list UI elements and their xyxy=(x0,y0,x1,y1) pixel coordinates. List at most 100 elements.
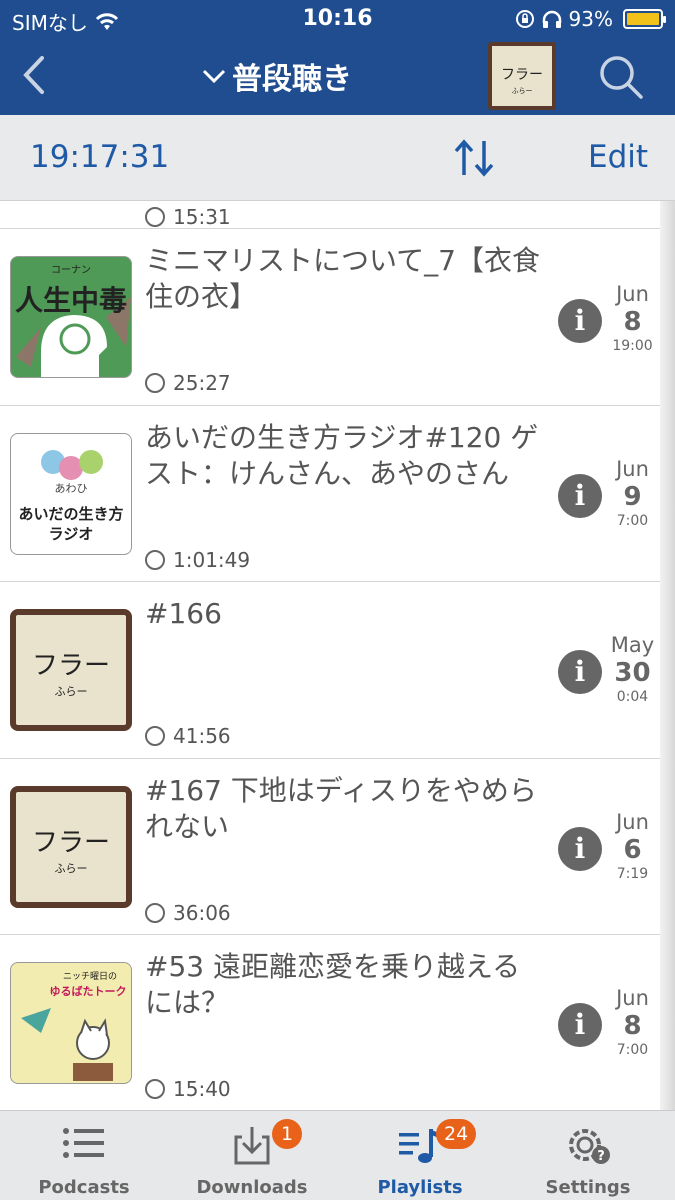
episode-artwork: あわひ あいだの生き方ラジオ xyxy=(10,433,132,555)
list-item[interactable]: ニッチ曜日の ゆるばたトーク #53 遠距離恋愛を乗り越えるには？ 15:40 … xyxy=(0,935,660,1110)
date-month: May xyxy=(610,633,655,657)
date-month: Jun xyxy=(616,986,649,1010)
screen-edge xyxy=(660,201,675,1110)
now-playing-artwork[interactable]: フラー ふらー xyxy=(488,42,556,110)
episode-duration: 15:40 xyxy=(145,1077,231,1101)
artwork-title: フラー xyxy=(501,67,543,83)
episode-artwork: 人生中毒 コーナン xyxy=(10,256,132,378)
date-day: 30 xyxy=(614,658,651,688)
duration-text: 41:56 xyxy=(173,724,231,748)
episode-duration: 36:06 xyxy=(145,901,231,925)
episode-duration: 41:56 xyxy=(145,724,231,748)
list-item[interactable]: 人生中毒 コーナン ミニマリストについて_7【衣食住の衣】 25:27 i Ju… xyxy=(0,229,660,406)
info-button[interactable]: i xyxy=(558,474,602,518)
battery-icon xyxy=(623,9,666,29)
info-button[interactable]: i xyxy=(558,1003,602,1047)
back-chevron-icon[interactable] xyxy=(14,52,54,98)
duration-text: 15:40 xyxy=(173,1077,231,1101)
date-time: 19:00 xyxy=(612,338,653,354)
date-day: 9 xyxy=(623,482,642,512)
gear-icon: ? xyxy=(569,1129,610,1164)
top-bar: SIMなし 10:16 93% 普段聴き フラー ふらー xyxy=(0,0,675,115)
played-status-icon xyxy=(145,903,165,923)
artwork-title: フラー xyxy=(31,651,110,681)
artwork-subtitle: ふらー xyxy=(54,862,88,875)
artwork-subtitle: コーナン xyxy=(51,265,91,276)
artwork-title: ゆるばたトーク xyxy=(49,985,127,998)
date-day: 8 xyxy=(623,1011,642,1041)
tab-label: Settings xyxy=(545,1177,631,1198)
info-button[interactable]: i xyxy=(558,650,602,694)
played-status-icon xyxy=(145,726,165,746)
duration-text: 1:01:49 xyxy=(173,548,251,572)
playlist-title-button[interactable]: 普段聴き xyxy=(200,54,352,98)
date-time: 7:19 xyxy=(616,866,649,882)
artwork-subtitle: あわひ xyxy=(54,482,88,495)
tab-downloads[interactable]: 1 Downloads xyxy=(168,1111,336,1200)
battery-percent: 93% xyxy=(568,7,613,31)
episode-date: May 30 0:04 xyxy=(605,632,660,706)
total-duration: 19:17:31 xyxy=(30,139,170,175)
tab-settings[interactable]: ? Settings xyxy=(504,1111,672,1200)
episode-date: Jun 8 19:00 xyxy=(605,281,660,355)
tab-label: Podcasts xyxy=(38,1177,130,1198)
episode-title: あいだの生き方ラジオ#120 ゲスト：けんさん、あやのさん xyxy=(145,421,539,490)
episode-date: Jun 9 7:00 xyxy=(605,456,660,530)
list-item[interactable]: フラー ふらー #167 下地はディスりをやめられない 36:06 i Jun … xyxy=(0,759,660,935)
nav-bar: 普段聴き フラー ふらー xyxy=(0,40,675,115)
rotation-lock-icon xyxy=(515,10,534,28)
duration-text: 36:06 xyxy=(173,901,231,925)
date-month: Jun xyxy=(616,810,649,834)
artwork-title: あいだの生き方ラジオ xyxy=(18,505,124,543)
episode-title: ミニマリストについて_7【衣食住の衣】 xyxy=(145,244,540,313)
status-right: 93% xyxy=(515,7,666,31)
duration-text: 15:31 xyxy=(173,205,231,229)
chevron-down-icon xyxy=(202,69,226,84)
episode-duration: 1:01:49 xyxy=(145,548,250,572)
playlist-title: 普段聴き xyxy=(232,62,352,97)
tab-label: Playlists xyxy=(377,1177,463,1198)
date-day: 6 xyxy=(623,835,642,865)
download-icon xyxy=(234,1127,270,1165)
date-month: Jun xyxy=(616,282,649,306)
episode-artwork: フラー ふらー xyxy=(10,609,132,731)
played-status-icon xyxy=(145,373,165,393)
date-time: 7:00 xyxy=(616,1042,649,1058)
status-bar: SIMなし 10:16 93% xyxy=(0,0,675,38)
sort-icon[interactable] xyxy=(452,137,496,179)
date-time: 0:04 xyxy=(616,689,649,705)
search-icon[interactable] xyxy=(596,52,646,102)
played-status-icon xyxy=(145,1079,165,1099)
downloads-badge: 1 xyxy=(272,1119,302,1149)
list-item[interactable]: あわひ あいだの生き方ラジオ あいだの生き方ラジオ#120 ゲスト：けんさん、あ… xyxy=(0,406,660,582)
played-status-icon xyxy=(145,207,165,227)
tab-label: Downloads xyxy=(196,1177,308,1198)
played-status-icon xyxy=(145,550,165,570)
list-item[interactable]: 15:31 xyxy=(0,201,660,229)
episode-duration: 25:27 xyxy=(145,371,231,395)
artwork-subtitle: ふらー xyxy=(511,87,533,95)
episode-title: #166 xyxy=(145,597,222,630)
edit-button[interactable]: Edit xyxy=(588,139,648,175)
episode-date: Jun 6 7:19 xyxy=(605,809,660,883)
artwork-subtitle: ふらー xyxy=(54,685,88,698)
playlist-toolbar: 19:17:31 Edit xyxy=(0,115,675,201)
info-button[interactable]: i xyxy=(558,299,602,343)
tab-bar: Podcasts 1 Downloads 24 Playlists ? Sett… xyxy=(0,1110,675,1200)
date-time: 7:00 xyxy=(616,513,649,529)
tab-playlists[interactable]: 24 Playlists xyxy=(336,1111,504,1200)
tab-podcasts[interactable]: Podcasts xyxy=(0,1111,168,1200)
list-icon xyxy=(63,1128,104,1158)
artwork-subtitle: ニッチ曜日の xyxy=(62,972,117,982)
episode-date: Jun 8 7:00 xyxy=(605,985,660,1059)
date-month: Jun xyxy=(616,457,649,481)
date-day: 8 xyxy=(623,307,642,337)
playlists-badge: 24 xyxy=(436,1119,477,1149)
episode-artwork: ニッチ曜日の ゆるばたトーク xyxy=(10,962,132,1084)
episode-list[interactable]: 15:31 人生中毒 コーナン ミニマリストについて_7【衣食住の衣】 25:2… xyxy=(0,201,660,1110)
artwork-title: 人生中毒 xyxy=(14,284,127,317)
headphones-icon xyxy=(542,10,561,28)
episode-artwork: フラー ふらー xyxy=(10,786,132,908)
list-item[interactable]: フラー ふらー #166 41:56 i May 30 0:04 xyxy=(0,582,660,759)
info-button[interactable]: i xyxy=(558,827,602,871)
